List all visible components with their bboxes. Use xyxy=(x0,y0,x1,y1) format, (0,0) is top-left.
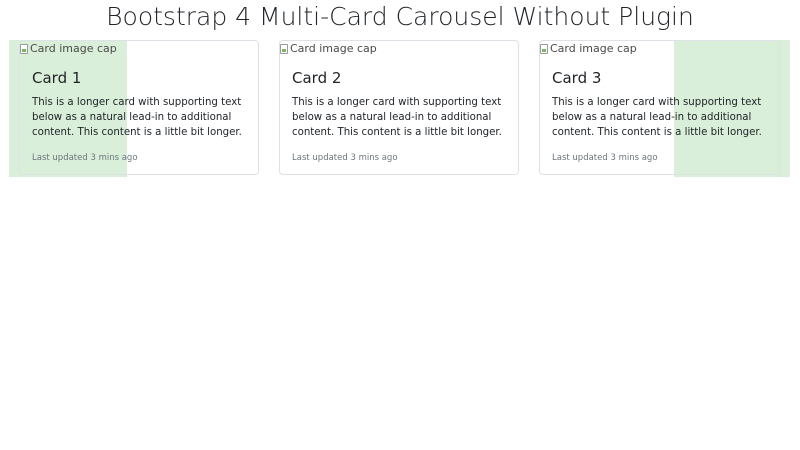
card-updated: Last updated 3 mins ago xyxy=(292,153,398,163)
card-carousel: Card image cap Card 1 This is a longer c… xyxy=(0,40,800,180)
card-image-alt: Card image cap xyxy=(30,42,117,55)
card-image: Card image cap xyxy=(540,41,778,57)
card-updated: Last updated 3 mins ago xyxy=(32,153,138,163)
card-updated: Last updated 3 mins ago xyxy=(552,153,658,163)
card-text: This is a longer card with supporting te… xyxy=(292,97,502,138)
card: Card image cap Card 3 This is a longer c… xyxy=(539,40,779,175)
broken-image-icon xyxy=(280,44,288,54)
card: Card image cap Card 2 This is a longer c… xyxy=(279,40,519,175)
page-title: Bootstrap 4 Multi-Card Carousel Without … xyxy=(106,2,694,31)
card-image: Card image cap xyxy=(20,41,258,57)
card-title: Card 1 xyxy=(32,69,82,87)
card-image-alt: Card image cap xyxy=(550,42,637,55)
card-title: Card 3 xyxy=(552,69,602,87)
card-image: Card image cap xyxy=(280,41,518,57)
card-image-alt: Card image cap xyxy=(290,42,377,55)
broken-image-icon xyxy=(540,44,548,54)
card-text: This is a longer card with supporting te… xyxy=(552,97,762,138)
card-title: Card 2 xyxy=(292,69,342,87)
card-text: This is a longer card with supporting te… xyxy=(32,97,242,138)
card: Card image cap Card 1 This is a longer c… xyxy=(19,40,259,175)
broken-image-icon xyxy=(20,44,28,54)
